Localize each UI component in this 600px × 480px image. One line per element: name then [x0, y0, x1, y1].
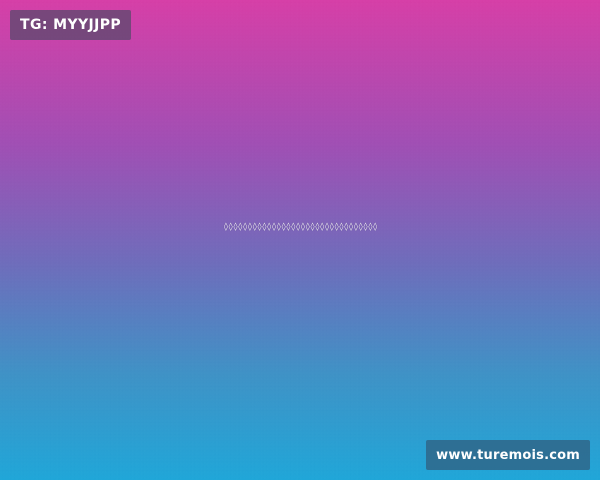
telegram-tag-badge: TG: MYYJJPP: [10, 10, 132, 40]
website-url-label: www.turemois.com: [436, 447, 580, 463]
website-url-badge: www.turemois.com: [426, 440, 590, 470]
telegram-tag-label: TG: MYYJJPP: [20, 17, 122, 33]
center-glyph-text: ◊◊◊◊◊◊◊◊◊◊◊◊◊◊◊◊◊◊◊◊◊◊◊◊◊◊◊◊◊◊◊◊◊◊◊◊◊◊◊◊…: [223, 222, 378, 231]
background-noise: [0, 0, 600, 480]
